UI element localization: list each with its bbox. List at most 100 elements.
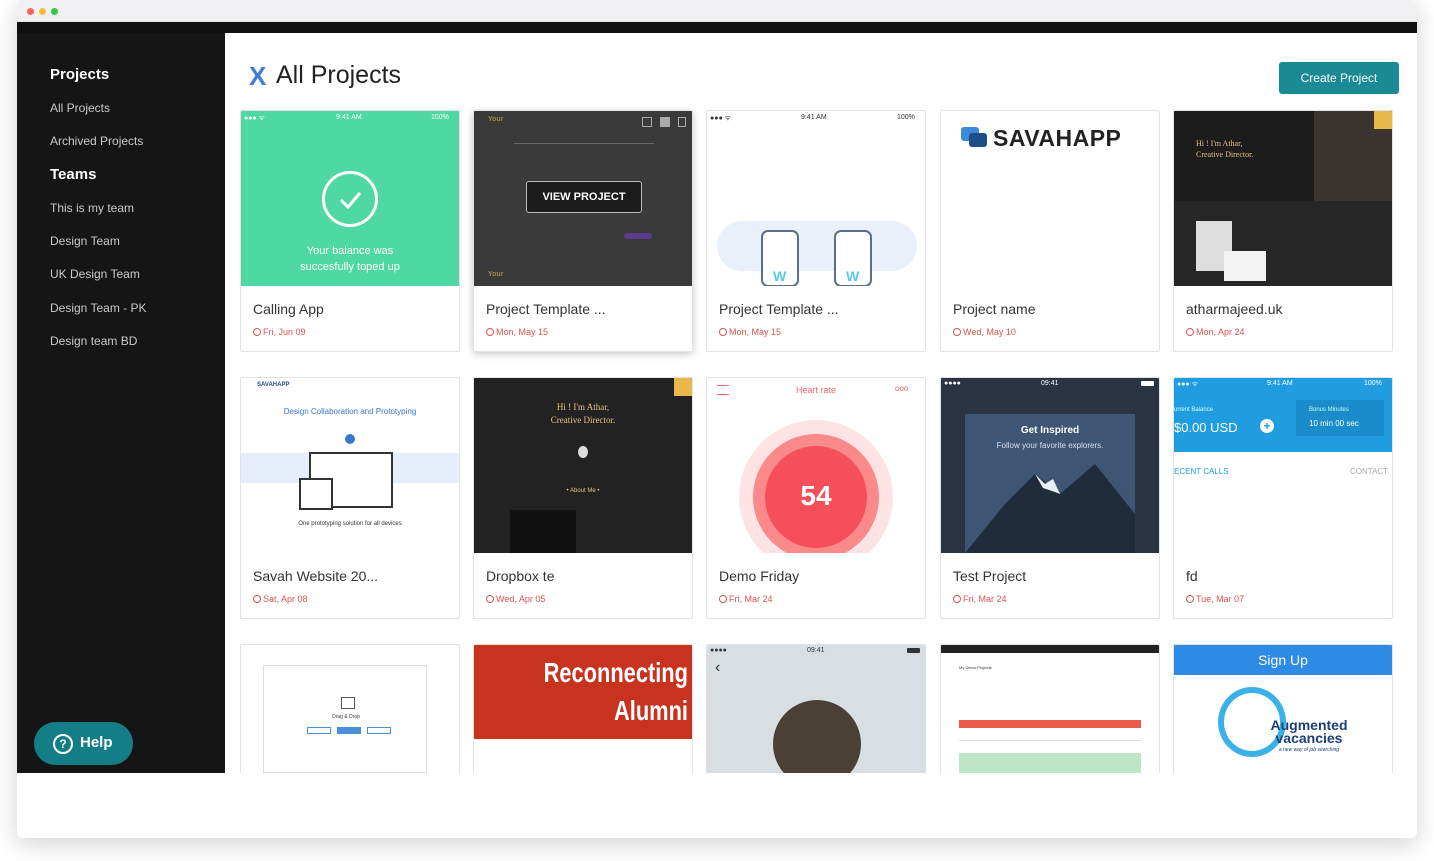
project-date: Mon, May 15 xyxy=(486,327,548,337)
project-thumbnail: My Demo Projects xyxy=(941,645,1159,773)
project-card[interactable]: My Demo Projects xyxy=(940,644,1160,773)
project-date-text: Mon, May 15 xyxy=(729,327,782,337)
project-card[interactable]: Reconnecting Alumni xyxy=(473,644,693,773)
add-icon[interactable]: + xyxy=(1260,419,1274,433)
project-thumbnail: SAVAHAPP Design Collaboration and Protot… xyxy=(241,378,459,553)
sidebar-team-item[interactable]: Design Team - PK xyxy=(50,301,147,315)
thumb-role: Creative Director. xyxy=(550,415,616,425)
archive-icon[interactable] xyxy=(660,117,670,127)
heart-rate-value: 54 xyxy=(800,480,832,511)
project-thumbnail: Your VIEW PROJECT Your xyxy=(474,111,692,286)
tab-recent-calls[interactable]: ECENT CALLS xyxy=(1174,467,1229,476)
logo: X xyxy=(249,61,267,91)
battery-label: 100% xyxy=(1364,380,1382,387)
clock-icon xyxy=(486,595,494,603)
project-name: Project name xyxy=(953,301,1036,317)
thumb-logo: Your xyxy=(488,271,504,278)
project-card[interactable]: Sign Up Augmented vacancies a new way of… xyxy=(1173,644,1393,773)
project-name: Calling App xyxy=(253,301,324,317)
sidebar-team-item[interactable]: This is my team xyxy=(50,201,134,215)
project-name: Test Project xyxy=(953,568,1027,584)
menu-icon[interactable] xyxy=(1374,111,1392,129)
thumb-button xyxy=(307,727,331,734)
thumb-message-line1: Your balance was xyxy=(306,245,394,257)
apple-icon xyxy=(578,446,588,458)
thumb-pill xyxy=(624,233,652,239)
project-card[interactable]: Hi ! I'm Athar, Creative Director. • Abo… xyxy=(473,377,693,619)
app-window: Projects All Projects Archived Projects … xyxy=(17,0,1417,838)
project-date-text: Sat, Apr 08 xyxy=(263,594,308,604)
project-date: Fri, Mar 24 xyxy=(953,594,1007,604)
project-date-text: Mon, May 15 xyxy=(496,327,549,337)
project-name: Demo Friday xyxy=(719,568,800,584)
sidebar-item-archived-projects[interactable]: Archived Projects xyxy=(50,134,143,148)
status-time: 9:41 AM xyxy=(1267,380,1293,387)
thumb-line2: Alumni xyxy=(613,695,688,726)
thumb-table-header xyxy=(959,720,1141,728)
sidebar-team-item[interactable]: Design team BD xyxy=(50,334,137,348)
thumb-divider xyxy=(959,740,1141,741)
view-project-button[interactable]: VIEW PROJECT xyxy=(526,181,642,213)
svg-text:W: W xyxy=(846,268,860,284)
status-time: 09:41 xyxy=(807,647,825,654)
project-thumbnail: Hi ! I'm Athar, Creative Director. xyxy=(1174,111,1392,286)
thumb-logo: Your xyxy=(488,116,504,123)
thumb-greeting: Hi ! I'm Athar, xyxy=(556,402,610,412)
signal-icon: ●●● ᯤ xyxy=(710,115,732,122)
project-thumbnail: ●●● ᯤ 9:41 AM 100% W W xyxy=(707,111,925,286)
bonus-box xyxy=(1296,400,1384,436)
sign-up-button[interactable]: Sign Up xyxy=(1174,645,1392,675)
project-date-text: Tue, Mar 07 xyxy=(1196,594,1245,604)
project-card[interactable]: ●●● ᯤ 9:41 AM 100% Your balance was succ… xyxy=(240,110,460,352)
project-card[interactable]: ●●● ᯤ 9:41 AM 100% urrent Balance $0.00 … xyxy=(1173,377,1393,619)
project-card[interactable]: ●●●● 09:41 Get Inspired Follow your favo… xyxy=(940,377,1160,619)
check-circle-icon xyxy=(322,171,378,227)
sidebar-heading-teams[interactable]: Teams xyxy=(50,166,96,183)
project-card[interactable]: Hi ! I'm Athar, Creative Director. athar… xyxy=(1173,110,1393,352)
status-time: 9:41 AM xyxy=(336,114,362,121)
project-date: Wed, Apr 05 xyxy=(486,594,545,604)
battery-icon xyxy=(907,648,920,653)
create-project-button[interactable]: Create Project xyxy=(1279,62,1399,94)
main-content: X All Projects Create Project ●●● ᯤ 9:41… xyxy=(225,33,1417,773)
sidebar-team-item[interactable]: Design Team xyxy=(50,234,120,248)
more-icon[interactable]: ooo xyxy=(895,384,908,393)
thumb-title: Heart rate xyxy=(795,385,837,395)
project-card[interactable]: ●●● ᯤ 9:41 AM 100% W W Project Template … xyxy=(706,110,926,352)
help-button[interactable]: ? Help xyxy=(34,722,133,765)
clock-icon xyxy=(486,328,494,336)
thumb-role: Creative Director. xyxy=(1196,150,1254,159)
sidebar-team-item[interactable]: UK Design Team xyxy=(50,267,140,281)
trash-icon[interactable] xyxy=(678,117,686,127)
project-date: Fri, Jun 09 xyxy=(253,327,306,337)
clock-icon xyxy=(253,595,261,603)
clock-icon xyxy=(953,328,961,336)
project-card[interactable]: Your VIEW PROJECT Your Project Template … xyxy=(473,110,693,352)
project-name: Savah Website 20... xyxy=(253,568,379,584)
project-date-text: Wed, May 10 xyxy=(963,327,1016,337)
project-card[interactable]: SAVAHAPP Design Collaboration and Protot… xyxy=(240,377,460,619)
project-card[interactable]: SAVAHAPP Project name Wed, May 10 xyxy=(940,110,1160,352)
back-icon[interactable]: ‹ xyxy=(715,659,720,677)
maximize-window-icon[interactable] xyxy=(51,8,58,15)
project-card[interactable]: Heart rate ooo 54 Demo Friday Fri, Mar 2… xyxy=(706,377,926,619)
project-name: fd xyxy=(1186,568,1198,584)
sidebar-item-all-projects[interactable]: All Projects xyxy=(50,101,110,115)
play-icon xyxy=(345,434,355,444)
menu-icon[interactable] xyxy=(674,378,692,396)
status-time: 09:41 xyxy=(1041,380,1059,387)
minimize-window-icon[interactable] xyxy=(39,8,46,15)
help-label: Help xyxy=(80,734,113,751)
status-time: 9:41 AM xyxy=(801,114,827,121)
duplicate-icon[interactable] xyxy=(642,117,652,127)
tab-contacts[interactable]: CONTACT xyxy=(1350,467,1388,476)
project-date: Fri, Mar 24 xyxy=(719,594,773,604)
sidebar-heading-projects[interactable]: Projects xyxy=(50,66,109,83)
project-card[interactable]: Drag & Drop xyxy=(240,644,460,773)
battery-icon xyxy=(1141,381,1154,386)
thumb-brand: SAVAHAPP xyxy=(993,125,1122,151)
close-window-icon[interactable] xyxy=(27,8,34,15)
project-name: Project Template ... xyxy=(486,301,606,317)
project-card[interactable]: ●●●● 09:41 ‹ xyxy=(706,644,926,773)
signal-icon: ●●● ᯤ xyxy=(244,115,266,122)
